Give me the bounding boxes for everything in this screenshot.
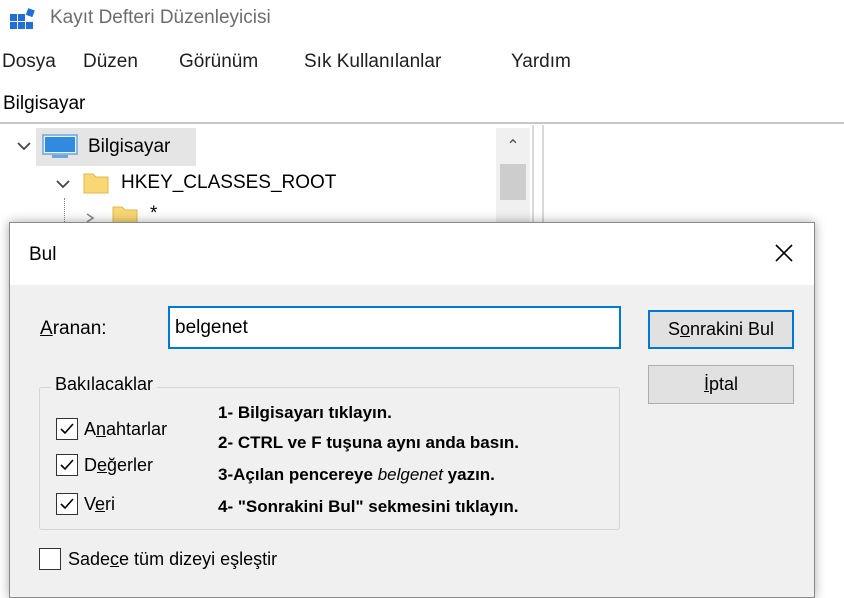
menu-bar: Dosya Düzen Görünüm Sık Kullanılanlar Ya…	[0, 48, 844, 80]
registry-editor-icon	[10, 8, 35, 29]
instruction-step-2: 2- CTRL ve F tuşuna aynı anda basın.	[218, 433, 520, 452]
instruction-step-4: 4- "Sonrakini Bul" sekmesini tıklayın.	[218, 497, 519, 516]
data-label[interactable]: Veri	[84, 494, 115, 515]
look-at-title: Bakılacaklar	[51, 374, 158, 395]
scroll-thumb[interactable]	[500, 164, 526, 200]
dialog-title: Bul	[29, 244, 57, 265]
close-icon[interactable]	[764, 233, 804, 273]
dialog-title-bar: Bul	[10, 223, 814, 285]
menu-favorites[interactable]: Sık Kullanılanlar	[304, 51, 441, 73]
keys-checkbox[interactable]	[56, 418, 78, 440]
keys-label[interactable]: Anahtarlar	[84, 419, 167, 440]
find-dialog: Bul Aranan: Sonrakini Bul İptal Bakılaca…	[9, 222, 815, 598]
window-title: Kayıt Defteri Düzenleyicisi	[50, 7, 271, 28]
scroll-up-icon[interactable]: ⌃	[496, 132, 530, 162]
address-bar[interactable]: Bilgisayar	[0, 88, 844, 124]
values-label[interactable]: Değerler	[84, 455, 153, 476]
computer-icon	[42, 134, 78, 158]
chevron-down-icon[interactable]	[55, 178, 71, 190]
search-label: Aranan:	[40, 318, 107, 339]
checkmark-icon	[60, 498, 74, 510]
checkmark-icon	[60, 459, 74, 471]
match-whole-checkbox[interactable]	[39, 548, 61, 570]
menu-edit[interactable]: Düzen	[83, 51, 138, 73]
tree-label-hkcr[interactable]: HKEY_CLASSES_ROOT	[121, 172, 336, 194]
cancel-button[interactable]: İptal	[648, 365, 794, 404]
menu-file[interactable]: Dosya	[2, 51, 56, 73]
menu-view[interactable]: Görünüm	[179, 51, 258, 73]
find-next-button[interactable]: Sonrakini Bul	[648, 310, 794, 349]
values-checkbox[interactable]	[56, 454, 78, 476]
title-bar: Kayıt Defteri Düzenleyicisi	[0, 0, 844, 40]
menu-help[interactable]: Yardım	[511, 51, 571, 73]
folder-icon	[83, 173, 109, 194]
search-input[interactable]	[168, 306, 621, 349]
data-checkbox[interactable]	[56, 493, 78, 515]
match-whole-label[interactable]: Sadece tüm dizeyi eşleştir	[68, 549, 277, 570]
instruction-step-1: 1- Bilgisayarı tıklayın.	[218, 403, 392, 422]
checkmark-icon	[60, 423, 74, 435]
instruction-step-3: 3-Açılan pencereye belgenet yazın.	[218, 465, 495, 484]
tree-label-computer: Bilgisayar	[88, 136, 171, 157]
tree-scrollbar[interactable]: ⌃	[496, 128, 530, 228]
address-path: Bilgisayar	[3, 93, 86, 114]
chevron-down-icon[interactable]	[16, 140, 32, 152]
